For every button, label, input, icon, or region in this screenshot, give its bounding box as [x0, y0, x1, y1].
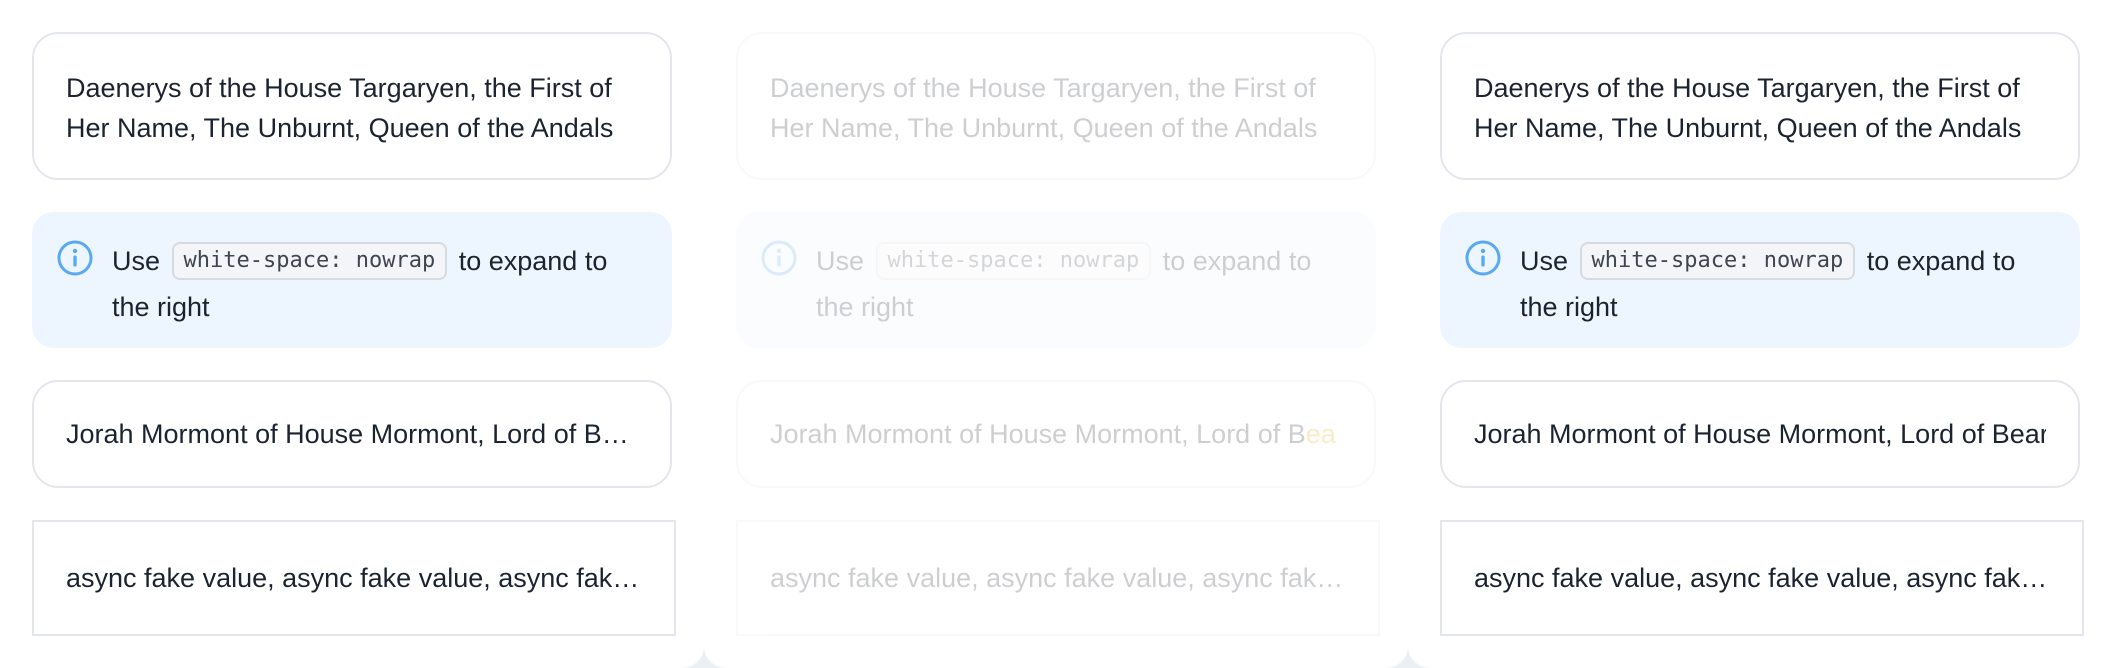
- note-code: white-space: nowrap: [1579, 241, 1856, 280]
- long-name-text: Daenerys of the House Targaryen, the Fir…: [1474, 73, 2022, 143]
- info-note: Use white-space: nowrap to expand to the…: [736, 212, 1376, 348]
- single-line-cell: Jorah Mormont of House Mormont, Lord of …: [1440, 380, 2080, 488]
- preview-panel-middle: Daenerys of the House Targaryen, the Fir…: [704, 0, 1408, 668]
- long-name-cell: Daenerys of the House Targaryen, the Fir…: [32, 32, 672, 180]
- note-prefix: Use: [112, 246, 161, 276]
- async-value-cell: async fake value, async fake value, asyn…: [1440, 520, 2084, 636]
- note-prefix: Use: [1520, 246, 1569, 276]
- info-circle-icon: [761, 240, 797, 276]
- preview-panel-left: Daenerys of the House Targaryen, the Fir…: [0, 0, 704, 668]
- note-code: white-space: nowrap: [875, 241, 1152, 280]
- long-name-cell: Daenerys of the House Targaryen, the Fir…: [736, 32, 1376, 180]
- info-note: Use white-space: nowrap to expand to the…: [1440, 212, 2080, 348]
- single-line-text: Jorah Mormont of House Mormont, Lord of …: [66, 419, 638, 449]
- long-name-text: Daenerys of the House Targaryen, the Fir…: [770, 73, 1318, 143]
- single-line-cell: Jorah Mormont of House Mormont, Lord of …: [736, 380, 1376, 488]
- info-circle-icon: [1465, 240, 1501, 276]
- async-value-cell: async fake value, async fake value, asyn…: [32, 520, 676, 636]
- single-line-cell: Jorah Mormont of House Mormont, Lord of …: [32, 380, 672, 488]
- async-value-text: async fake value, async fake value, asyn…: [66, 563, 642, 593]
- note-code: white-space: nowrap: [171, 241, 448, 280]
- async-value-text: async fake value, async fake value, asyn…: [1474, 563, 2050, 593]
- async-value-text: async fake value, async fake value, asyn…: [770, 563, 1346, 593]
- long-name-cell: Daenerys of the House Targaryen, the Fir…: [1440, 32, 2080, 180]
- long-name-text: Daenerys of the House Targaryen, the Fir…: [66, 73, 614, 143]
- preview-panel-right: Daenerys of the House Targaryen, the Fir…: [1408, 0, 2112, 668]
- single-line-text: Jorah Mormont of House Mormont, Lord of …: [1474, 419, 2046, 449]
- async-value-cell: async fake value, async fake value, asyn…: [736, 520, 1380, 636]
- single-line-overflow: ea: [1305, 419, 1336, 449]
- single-line-text: Jorah Mormont of House Mormont, Lord of …: [770, 414, 1342, 454]
- info-note: Use white-space: nowrap to expand to the…: [32, 212, 672, 348]
- single-line-visible: Jorah Mormont of House Mormont, Lord of …: [770, 419, 1306, 449]
- info-circle-icon: [57, 240, 93, 276]
- note-prefix: Use: [816, 246, 865, 276]
